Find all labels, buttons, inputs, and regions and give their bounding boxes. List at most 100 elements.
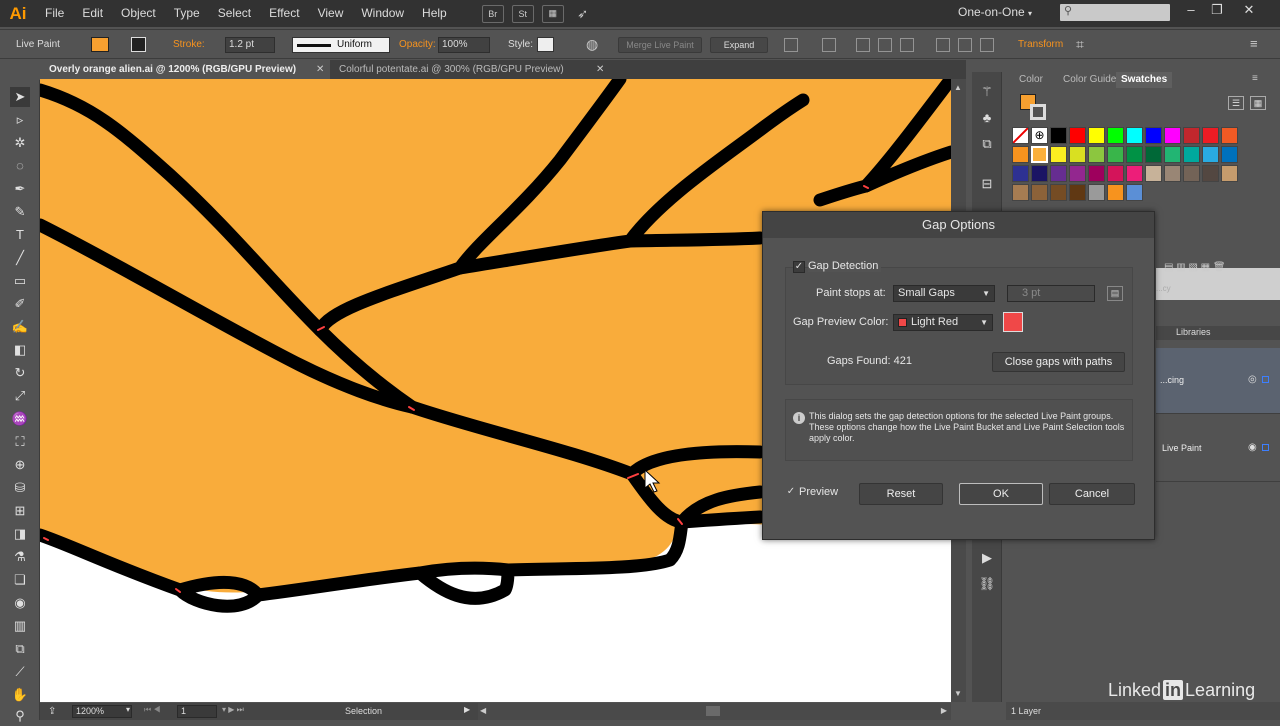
scroll-left-icon[interactable]: ◀ [480,706,486,715]
align-center-icon[interactable] [878,38,892,52]
swatch[interactable] [1012,146,1029,163]
direct-selection-tool-icon[interactable]: ▹ [10,110,30,130]
selection-indicator[interactable] [1262,444,1269,451]
curvature-tool-icon[interactable]: ✎ [10,202,30,222]
magic-wand-tool-icon[interactable]: ✲ [10,133,30,153]
column-graph-tool-icon[interactable]: ▥ [10,616,30,636]
eyedropper-tool-icon[interactable]: ⚗ [10,547,30,567]
preview-checkbox[interactable]: ✓ [785,487,797,499]
menu-select[interactable]: Select [209,0,260,27]
fill-swatch[interactable] [91,37,109,52]
swatch[interactable] [1069,127,1086,144]
bridge-icon[interactable]: Br [481,4,504,23]
panel-menu-icon[interactable]: ≡ [1252,73,1258,84]
swatch[interactable] [1164,165,1181,182]
paintbrush-tool-icon[interactable]: ✐ [10,294,30,314]
stock-icon[interactable]: St [511,4,534,23]
swatch[interactable] [1126,165,1143,182]
thumbnail-view-icon[interactable]: ▦ [1250,96,1266,110]
isolate-icon[interactable]: ⌗ [1076,36,1084,53]
scroll-thumb[interactable] [706,706,720,716]
swatch[interactable] [1107,127,1124,144]
swatch[interactable] [1050,165,1067,182]
tab-colorful-potentate[interactable]: Colorful potentate.ai @ 300% (RGB/GPU Pr… [330,60,608,79]
line-tool-icon[interactable]: ╱ [10,248,30,268]
merge-live-paint-button[interactable]: Merge Live Paint [618,37,702,53]
zoom-level-field[interactable]: 1200% [72,705,132,718]
menu-file[interactable]: File [36,0,73,27]
swatch[interactable] [1126,146,1143,163]
shaper-tool-icon[interactable]: ✍ [10,317,30,337]
swatch[interactable] [1107,184,1124,201]
registration-swatch[interactable]: ⊕ [1031,127,1048,144]
stroke-label[interactable]: Stroke: [173,39,205,50]
restore-icon[interactable]: ❐ [1206,2,1228,22]
export-icon[interactable]: ⇪ [48,706,56,717]
opacity-label[interactable]: Opacity: [399,39,436,50]
swatch[interactable] [1050,146,1067,163]
swatch[interactable] [1031,146,1048,163]
menu-help[interactable]: Help [413,0,456,27]
live-paint-bucket-tool-icon[interactable]: ⛁ [10,478,30,498]
scale-tool-icon[interactable]: ⤢ [10,386,30,406]
swatch[interactable] [1126,184,1143,201]
gradient-tool-icon[interactable]: ◨ [10,524,30,544]
swatch[interactable] [1183,146,1200,163]
warp-tool-icon[interactable]: ♒ [10,409,30,429]
preview-color-select[interactable]: Light Red ▼ [893,314,993,331]
swatch-footer-icons[interactable]: ▤ ▥ ▧ ▦ 🗑 [1164,262,1226,273]
swatch[interactable] [1145,165,1162,182]
swatch[interactable] [1145,146,1162,163]
swatch[interactable] [1050,127,1067,144]
swatch[interactable] [1202,165,1219,182]
search-input[interactable]: ⚲ [1060,4,1170,21]
rectangle-tool-icon[interactable]: ▭ [10,271,30,291]
stroke-indicator[interactable] [1030,104,1046,120]
panel-menu-icon[interactable]: ≡ [1250,36,1258,51]
menu-view[interactable]: View [309,0,353,27]
swatch[interactable] [1221,127,1238,144]
swatch[interactable] [1069,184,1086,201]
menu-edit[interactable]: Edit [73,0,112,27]
status-menu-icon[interactable]: ▶ [464,705,470,714]
transform-link[interactable]: Transform [1018,39,1063,50]
scroll-up-icon[interactable]: ▲ [954,83,962,92]
align-select-icon[interactable] [822,38,836,52]
selection-indicator[interactable] [1262,376,1269,383]
zoom-dropdown-icon[interactable]: ▾ [126,705,130,714]
swatch[interactable] [1069,146,1086,163]
scroll-down-icon[interactable]: ▼ [954,689,962,698]
align-top-icon[interactable] [936,38,950,52]
minimize-icon[interactable]: – [1180,2,1202,22]
symbol-sprayer-tool-icon[interactable]: ◉ [10,593,30,613]
align-left-icon[interactable] [856,38,870,52]
stroke-weight-field[interactable]: 1.2 pt [225,37,275,53]
first-artboard-icon[interactable]: ⏮ ◀ [144,705,161,715]
close-tab-icon[interactable]: ✕ [316,60,324,79]
opacity-field[interactable]: 100% [438,37,490,53]
tab-libraries[interactable]: Libraries [1176,327,1211,337]
expand-button[interactable]: Expand [710,37,768,53]
tab-color-guide[interactable]: Color Guide [1058,72,1121,88]
next-artboard-icon[interactable]: ▾ ▶ ⏭ [222,705,244,715]
preview-color-swatch[interactable] [1003,312,1023,332]
swatch[interactable] [1221,146,1238,163]
layer-row-live-paint[interactable]: Live Paint ◉ [1156,416,1280,482]
custom-gap-settings-icon[interactable]: ▤ [1107,286,1123,301]
style-swatch[interactable] [537,37,554,52]
close-window-icon[interactable]: ✕ [1238,2,1260,22]
cancel-button[interactable]: Cancel [1049,483,1135,505]
eraser-tool-icon[interactable]: ◧ [10,340,30,360]
swatch[interactable] [1183,165,1200,182]
blend-tool-icon[interactable]: ❏ [10,570,30,590]
stroke-profile-select[interactable]: Uniform [292,37,390,53]
links-icon[interactable]: ⛓ [978,576,996,594]
align-right-icon[interactable] [900,38,914,52]
artboard-number-field[interactable]: 1 [177,705,217,718]
menu-effect[interactable]: Effect [260,0,308,27]
layer-row-selected[interactable]: ...cing ◎ [1156,348,1280,414]
swatch[interactable] [1183,127,1200,144]
pen-tool-icon[interactable]: ✒ [10,179,30,199]
tab-color[interactable]: Color [1014,72,1048,88]
swatch[interactable] [1031,184,1048,201]
